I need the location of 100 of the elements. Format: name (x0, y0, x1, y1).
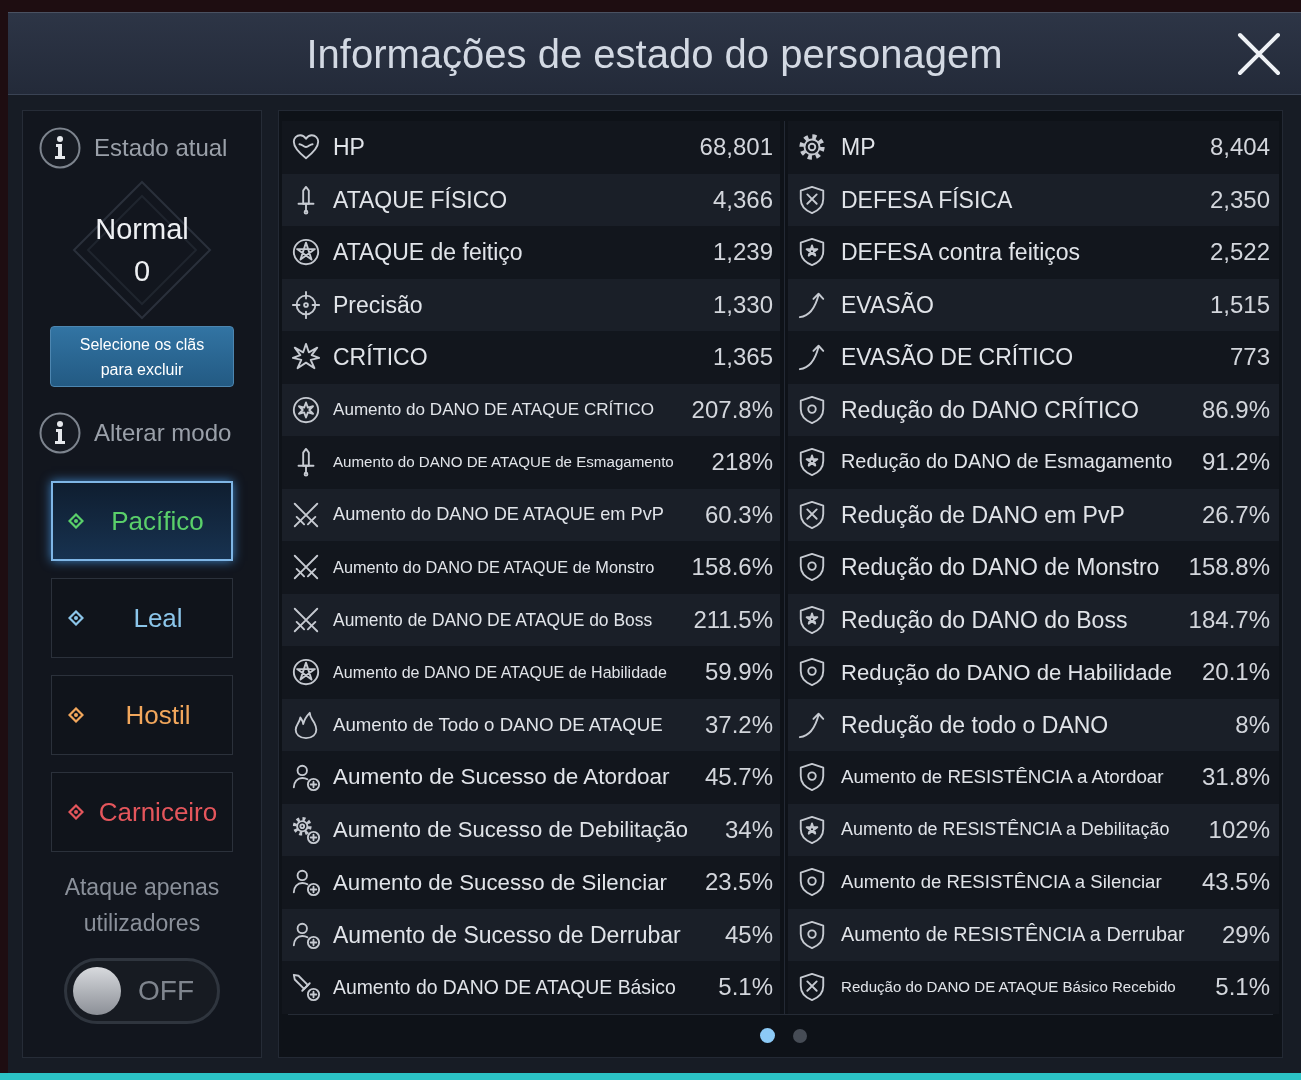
person-plus-icon (291, 762, 321, 793)
stat-value: 8,404 (1209, 132, 1270, 163)
person-plus-icon (291, 867, 321, 898)
stat-label: DEFESA FÍSICA (841, 185, 1014, 215)
stat-value: 1,239 (712, 237, 773, 268)
stat-label: Aumento do DANO DE ATAQUE Básico (333, 974, 677, 1000)
close-button[interactable] (1237, 31, 1281, 76)
stat-label: Redução de DANO em PvP (841, 500, 1126, 530)
stat-value: 45% (724, 919, 773, 950)
stat-label: Redução do DANO de Monstro (841, 553, 1161, 582)
mode-button[interactable]: Pacífico (51, 481, 233, 561)
shield-icon (797, 604, 827, 635)
stat-label: CRÍTICO (333, 343, 429, 372)
stat-value: 1,330 (712, 289, 773, 320)
stat-label: DEFESA contra feitiços (841, 238, 1082, 267)
stat-label: Aumento de DANO DE ATAQUE do Boss (333, 608, 654, 632)
stat-label: Aumento de RESISTÊNCIA a Atordoar (841, 765, 1165, 790)
stat-label: Aumento do DANO DE ATAQUE de Monstro (333, 557, 656, 578)
stat-value: 4,366 (712, 184, 773, 215)
stat-value: 59.9% (704, 657, 773, 688)
stat-label: HP (333, 133, 366, 162)
section-heading: Estado atual (94, 133, 228, 163)
stat-value: 31.8% (1201, 762, 1270, 793)
section-heading: Alterar modo (94, 418, 232, 448)
stat-value: 218% (711, 447, 773, 478)
stat-label: MP (841, 133, 877, 162)
state-name: Normal (95, 212, 189, 247)
shield-icon (797, 499, 827, 530)
stat-value: 45.7% (704, 762, 773, 793)
shield-icon (797, 394, 827, 425)
stat-value: 34% (724, 814, 773, 845)
stat-value: 86.9% (1201, 394, 1270, 425)
info-icon[interactable] (39, 412, 81, 454)
stat-value: 184.7% (1188, 604, 1270, 635)
curved-arrow-icon (797, 342, 827, 373)
shield-icon (797, 447, 827, 478)
exclude-clans-button[interactable]: Selecione os clãs para excluir (50, 326, 234, 387)
stat-value: 1,515 (1209, 289, 1270, 320)
stat-value: 29% (1221, 919, 1270, 950)
shield-icon (797, 867, 827, 898)
stat-value: 5.1% (718, 972, 773, 1003)
stat-value: 207.8% (691, 394, 773, 425)
stat-label: Redução do DANO do Boss (841, 605, 1129, 635)
stat-value: 8% (1235, 709, 1270, 740)
shield-icon (797, 657, 827, 688)
stat-label: Aumento de RESISTÊNCIA a Derrubar (841, 921, 1186, 947)
mode-button[interactable]: Hostil (51, 675, 233, 755)
pentagram-icon (291, 657, 321, 688)
stat-value: 68,801 (699, 132, 773, 163)
stat-label: Aumento do DANO DE ATAQUE CRÍTICO (333, 398, 656, 421)
mode-button[interactable]: Carniceiro (51, 772, 233, 852)
toggle-label: Ataque apenas utilizadores (63, 873, 221, 938)
stat-label: Aumento do DANO DE ATAQUE de Esmagamento (333, 451, 675, 472)
gear-icon (797, 132, 827, 163)
close-icon (1237, 31, 1281, 76)
stat-label: Aumento de Todo o DANO DE ATAQUE (333, 712, 664, 737)
crosshair-icon (291, 289, 321, 320)
toggle-switch[interactable]: OFF (64, 958, 220, 1024)
shield-icon (797, 919, 827, 950)
pentagram-icon (291, 237, 321, 268)
stat-value: 158.6% (691, 552, 773, 583)
sword-plus-icon (291, 972, 321, 1003)
stat-label: Redução de todo o DANO (841, 710, 1110, 740)
stat-value: 773 (1229, 342, 1270, 373)
stat-value: 26.7% (1201, 499, 1270, 530)
stat-value: 1,365 (712, 342, 773, 373)
stat-label: Aumento de Sucesso de Derrubar (333, 920, 682, 950)
stat-value: 91.2% (1201, 447, 1270, 478)
shield-icon (797, 237, 827, 268)
stat-value: 23.5% (704, 867, 773, 898)
starburst-circle-icon (291, 394, 321, 425)
stat-label: Redução do DANO DE ATAQUE Básico Recebido (841, 976, 1177, 997)
stat-value: 37.2% (704, 709, 773, 740)
shield-icon (797, 762, 827, 793)
shield-icon (797, 184, 827, 215)
stat-label: Aumento de DANO DE ATAQUE de Habilidade (333, 662, 668, 684)
stat-label: Aumento do DANO DE ATAQUE em PvP (333, 503, 665, 527)
stat-label: Redução do DANO de Esmagamento (841, 449, 1174, 475)
stat-label: Aumento de Sucesso de Debilitação (333, 816, 689, 845)
stat-value: 5.1% (1215, 972, 1270, 1003)
state-value: 0 (133, 254, 151, 289)
window-title: Informações de estado do personagem (306, 30, 1003, 78)
stat-label: Aumento de Sucesso de Atordoar (333, 763, 671, 792)
stat-value: 2,522 (1209, 237, 1270, 268)
stat-label: Redução do DANO de Habilidade (841, 658, 1174, 687)
stat-label: EVASÃO (841, 290, 935, 320)
stat-value: 43.5% (1201, 867, 1270, 898)
stat-value: 211.5% (693, 604, 773, 635)
stat-label: ATAQUE de feitiço (333, 238, 524, 267)
stat-label: Aumento de Sucesso de Silenciar (333, 868, 668, 897)
shield-icon (797, 552, 827, 583)
stat-label: Redução do DANO CRÍTICO (841, 395, 1140, 425)
mode-button[interactable]: Leal (51, 578, 233, 658)
stat-label: ATAQUE FÍSICO (333, 185, 509, 215)
info-icon[interactable] (39, 127, 81, 169)
stat-value: 158.8% (1188, 552, 1270, 583)
toggle-knob (73, 967, 121, 1015)
stat-value: 60.3% (704, 499, 773, 530)
stat-label: Aumento de RESISTÊNCIA a Silenciar (841, 870, 1163, 895)
stat-label: EVASÃO DE CRÍTICO (841, 343, 1075, 372)
